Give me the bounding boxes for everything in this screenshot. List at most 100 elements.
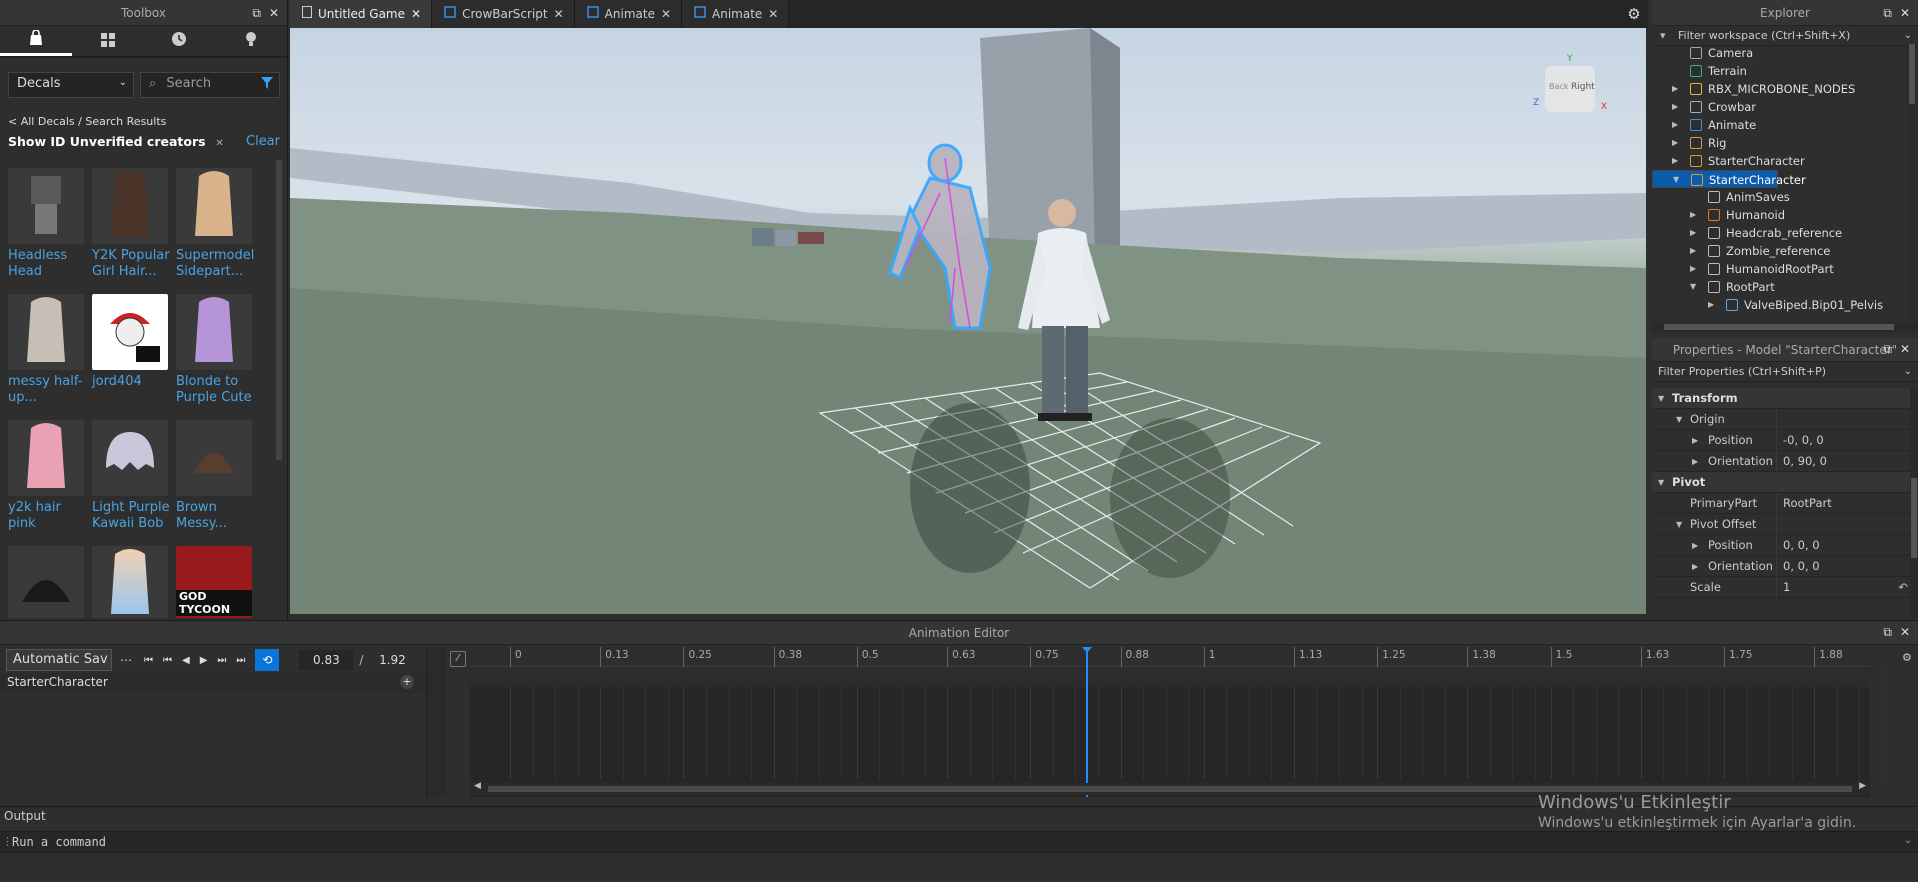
explorer-item[interactable]: ▶ ValveBiped.Bip01_Pelvis <box>1652 296 1918 314</box>
clear-button[interactable]: Clear <box>246 134 280 149</box>
timeline[interactable]: 0 0.13 0.25 0.38 0.5 0.63 0.75 0.88 1 1.13 1.25 1.3… <box>470 647 1883 797</box>
playhead[interactable] <box>1081 647 1092 797</box>
view-gizmo[interactable]: Right Back Y Z X <box>1533 54 1607 130</box>
tab-animate-2[interactable]: Animate ✕ <box>682 0 790 28</box>
collapsed-arrow-icon[interactable]: ▶ <box>1672 80 1678 98</box>
undock-icon[interactable]: ⧉ <box>1883 337 1892 361</box>
collapsed-arrow-icon[interactable]: ▶ <box>1692 535 1698 556</box>
collapsed-arrow-icon[interactable]: ▶ <box>1690 260 1696 278</box>
collapsed-arrow-icon[interactable]: ▶ <box>1692 430 1698 451</box>
previous-keyframe-icon[interactable]: ⏮ <box>163 655 172 666</box>
loop-toggle[interactable]: ⟲ <box>255 649 280 671</box>
gear-icon[interactable]: ⚙ <box>1620 0 1648 28</box>
asset-item[interactable]: Y2K Popular Girl Hair... <box>92 168 170 296</box>
property-value[interactable]: RootPart <box>1776 493 1906 514</box>
close-icon[interactable]: ✕ <box>1900 0 1910 26</box>
expanded-arrow-icon[interactable]: ▼ <box>1676 514 1682 535</box>
skip-to-start-icon[interactable]: ⏮ <box>144 655 153 666</box>
property-row[interactable]: ▼ Pivot Offset <box>1652 514 1918 535</box>
property-row[interactable]: ▶ Position 0, 0, 0 <box>1652 535 1918 556</box>
current-time-input[interactable]: 0.83 <box>299 650 354 670</box>
category-dropdown[interactable]: Decals ⌄ <box>8 72 134 98</box>
collapsed-arrow-icon[interactable]: ▶ <box>1672 134 1678 152</box>
playhead-handle[interactable] <box>1081 647 1092 653</box>
property-row[interactable]: Scale 1 ↶ <box>1652 577 1918 598</box>
collapsed-arrow-icon[interactable]: ▶ <box>1672 98 1678 116</box>
expanded-arrow-icon[interactable]: ▼ <box>1673 171 1679 189</box>
explorer-item[interactable]: ▶ Zombie_reference <box>1652 242 1918 260</box>
property-value[interactable]: 1 <box>1776 577 1906 598</box>
explorer-item[interactable]: ▶ StarterCharacter <box>1652 152 1918 170</box>
tab-close-icon[interactable]: ✕ <box>411 0 421 28</box>
toolbox-scrollbar[interactable] <box>276 160 282 460</box>
property-row[interactable]: ▼ Origin <box>1652 409 1918 430</box>
property-row[interactable]: ▶ Position -0, 0, 0 <box>1652 430 1918 451</box>
collapsed-arrow-icon[interactable]: ▶ <box>1690 242 1696 260</box>
more-icon[interactable]: ⋯ <box>120 653 132 667</box>
explorer-item[interactable]: ▶ Rig <box>1652 134 1918 152</box>
properties-vscrollbar[interactable] <box>1910 388 1918 618</box>
chevron-down-icon[interactable]: ⌄ <box>1904 26 1912 46</box>
undock-icon[interactable]: ⧉ <box>252 0 261 26</box>
play-reverse-icon[interactable]: ◀ <box>182 655 190 666</box>
reset-icon[interactable]: ↶ <box>1898 577 1908 598</box>
property-value[interactable]: 0, 0, 0 <box>1776 556 1906 577</box>
search-input[interactable]: ⌕ Search <box>140 72 280 98</box>
tab-untitled-game[interactable]: Untitled Game ✕ <box>290 0 433 28</box>
scroll-right-icon[interactable]: ▶ <box>1859 781 1866 791</box>
total-time-input[interactable]: 1.92 <box>369 650 415 670</box>
curve-editor-icon[interactable]: ⁄ <box>450 651 466 667</box>
tab-crowbarscript[interactable]: CrowBarScript ✕ <box>432 0 575 28</box>
collapsed-arrow-icon[interactable]: ▶ <box>1672 116 1678 134</box>
property-value[interactable]: -0, 0, 0 <box>1776 430 1906 451</box>
tab-creations[interactable] <box>215 26 287 56</box>
collapsed-arrow-icon[interactable]: ▶ <box>1690 224 1696 242</box>
property-row[interactable]: ▶ Orientation 0, 0, 0 <box>1652 556 1918 577</box>
collapsed-arrow-icon[interactable]: ▶ <box>1692 556 1698 577</box>
properties-filter-input[interactable]: Filter Properties (Ctrl+Shift+P) ⌄ <box>1652 362 1918 382</box>
expanded-arrow-icon[interactable]: ▼ <box>1658 472 1664 493</box>
tab-close-icon[interactable]: ✕ <box>768 0 778 28</box>
expanded-arrow-icon[interactable]: ▼ <box>1676 409 1682 430</box>
explorer-vscrollbar[interactable] <box>1908 44 1916 320</box>
asset-item[interactable]: Blonde to Purple Cute <box>176 294 254 422</box>
expanded-arrow-icon[interactable]: ▼ <box>1690 278 1696 296</box>
explorer-item[interactable]: ▶ Humanoid <box>1652 206 1918 224</box>
asset-item[interactable]: y2k hair pink <box>8 420 86 548</box>
asset-item[interactable]: Brown Messy... <box>176 420 254 548</box>
tab-animate[interactable]: Animate ✕ <box>574 0 683 28</box>
asset-item[interactable]: Headless Head <box>8 168 86 296</box>
expanded-arrow-icon[interactable]: ▼ <box>1658 388 1664 409</box>
explorer-item[interactable]: ▶ RBX_MICROBONE_NODES <box>1652 80 1918 98</box>
property-category[interactable]: ▼ Pivot <box>1652 472 1918 493</box>
asset-item[interactable]: GOD TYCOON <box>176 546 254 618</box>
tab-marketplace[interactable] <box>72 26 144 56</box>
tab-close-icon[interactable]: ✕ <box>554 0 564 28</box>
tab-inventory[interactable] <box>0 26 72 56</box>
command-input[interactable]: Run a command <box>12 835 106 849</box>
explorer-item[interactable]: AnimSaves <box>1652 188 1918 206</box>
skip-to-end-icon[interactable]: ⏭ <box>236 655 245 666</box>
add-track-icon[interactable]: + <box>400 675 414 689</box>
undock-icon[interactable]: ⧉ <box>1883 0 1892 26</box>
save-mode-button[interactable]: Automatic Sav <box>6 649 112 671</box>
property-row[interactable]: ▶ Orientation 0, 90, 0 <box>1652 451 1918 472</box>
asset-item[interactable] <box>92 546 170 618</box>
explorer-hscrollbar[interactable] <box>1652 322 1918 332</box>
property-value[interactable]: 0, 0, 0 <box>1776 535 1906 556</box>
asset-item[interactable] <box>8 546 86 618</box>
close-icon[interactable]: ✕ <box>1900 337 1910 361</box>
collapsed-arrow-icon[interactable]: ▶ <box>1708 296 1714 314</box>
track-row[interactable]: StarterCharacter + <box>0 673 426 693</box>
tab-close-icon[interactable]: ✕ <box>661 0 671 28</box>
breadcrumb[interactable]: < All Decals / Search Results <box>8 115 166 128</box>
asset-item[interactable]: Supermodel Sidepart... <box>176 168 254 296</box>
explorer-item[interactable]: ▼ RootPart <box>1652 278 1918 296</box>
asset-item[interactable]: Light Purple Kawaii Bob <box>92 420 170 548</box>
explorer-item[interactable]: ▶ Crowbar <box>1652 98 1918 116</box>
tab-recent[interactable] <box>144 26 216 56</box>
collapsed-arrow-icon[interactable]: ▶ <box>1690 206 1696 224</box>
play-icon[interactable]: ▶ <box>200 655 208 666</box>
settings-icon[interactable]: ⚙ <box>1902 651 1912 664</box>
asset-item[interactable]: messy half-up... <box>8 294 86 422</box>
